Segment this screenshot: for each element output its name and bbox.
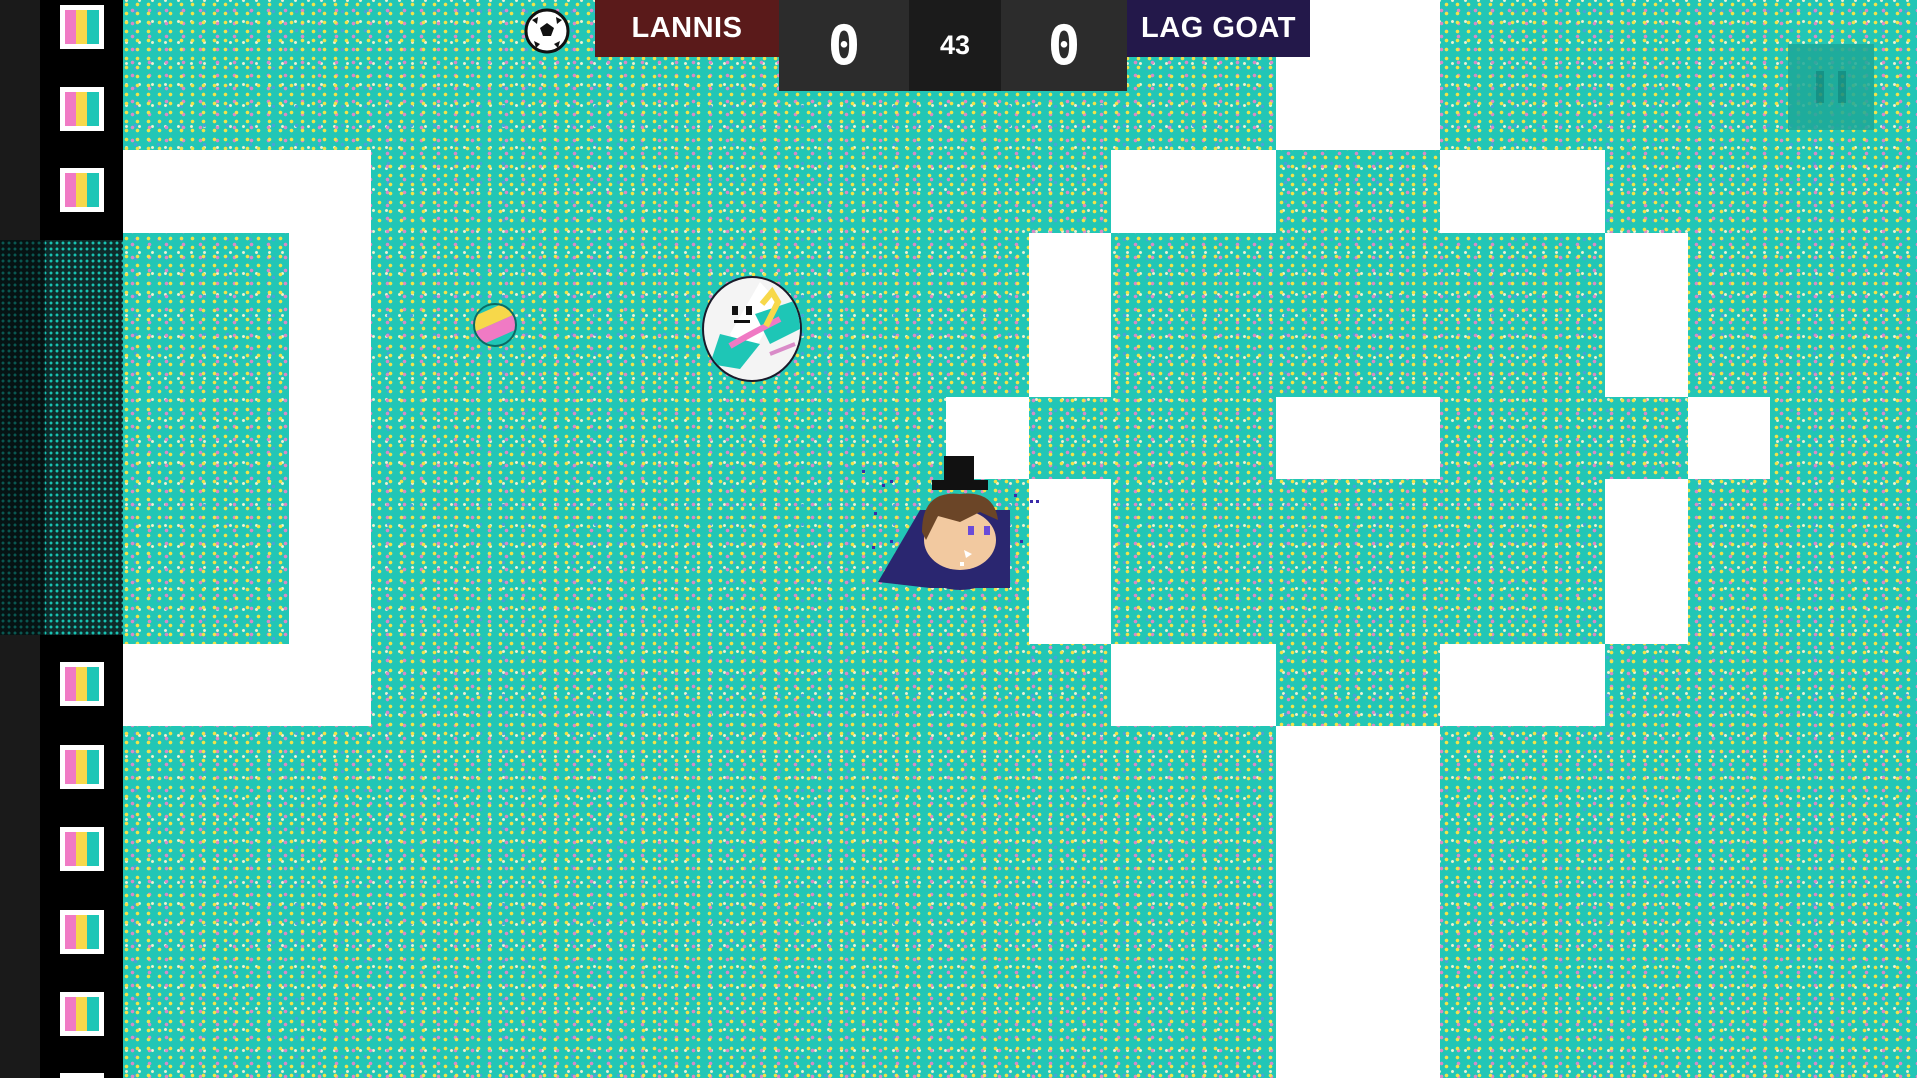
left-sideboard-bottom [0, 635, 123, 1078]
away-score: 0 [1001, 0, 1127, 91]
tricolor-flag-icon [60, 168, 104, 212]
match-timer: 43 [909, 0, 1001, 91]
left-sideboard-top [0, 0, 123, 240]
left-goal-net [0, 240, 123, 635]
left-box-bottom [123, 644, 371, 726]
soccer-ball-icon [524, 8, 570, 54]
pause-button[interactable] [1788, 44, 1874, 130]
center-line-bottom [1276, 726, 1440, 1078]
powerup-ball [473, 303, 517, 347]
player-avatar [862, 456, 1039, 590]
tricolor-flag-icon [60, 745, 104, 789]
circle-seg [1605, 479, 1688, 644]
circle-seg [1605, 233, 1688, 397]
circle-seg [1688, 397, 1770, 479]
circle-seg [1029, 479, 1111, 644]
tricolor-flag-icon [60, 992, 104, 1036]
match-ball [702, 276, 802, 382]
tricolor-flag-icon [60, 827, 104, 871]
tricolor-flag-icon [60, 87, 104, 131]
tricolor-flag-icon [60, 1073, 104, 1078]
tricolor-flag-icon [60, 662, 104, 706]
circle-seg [1111, 150, 1276, 233]
circle-seg [1029, 233, 1111, 397]
left-box-side [289, 150, 371, 726]
home-team-name: LANNIS [595, 0, 779, 57]
home-score: 0 [779, 0, 909, 91]
circle-seg [1440, 644, 1605, 726]
away-team-name: LAG GOAT [1127, 0, 1310, 57]
tricolor-flag-icon [60, 910, 104, 954]
tricolor-flag-icon [60, 5, 104, 49]
circle-seg [1440, 150, 1605, 233]
circle-seg [1111, 644, 1276, 726]
center-mark [1276, 397, 1440, 479]
